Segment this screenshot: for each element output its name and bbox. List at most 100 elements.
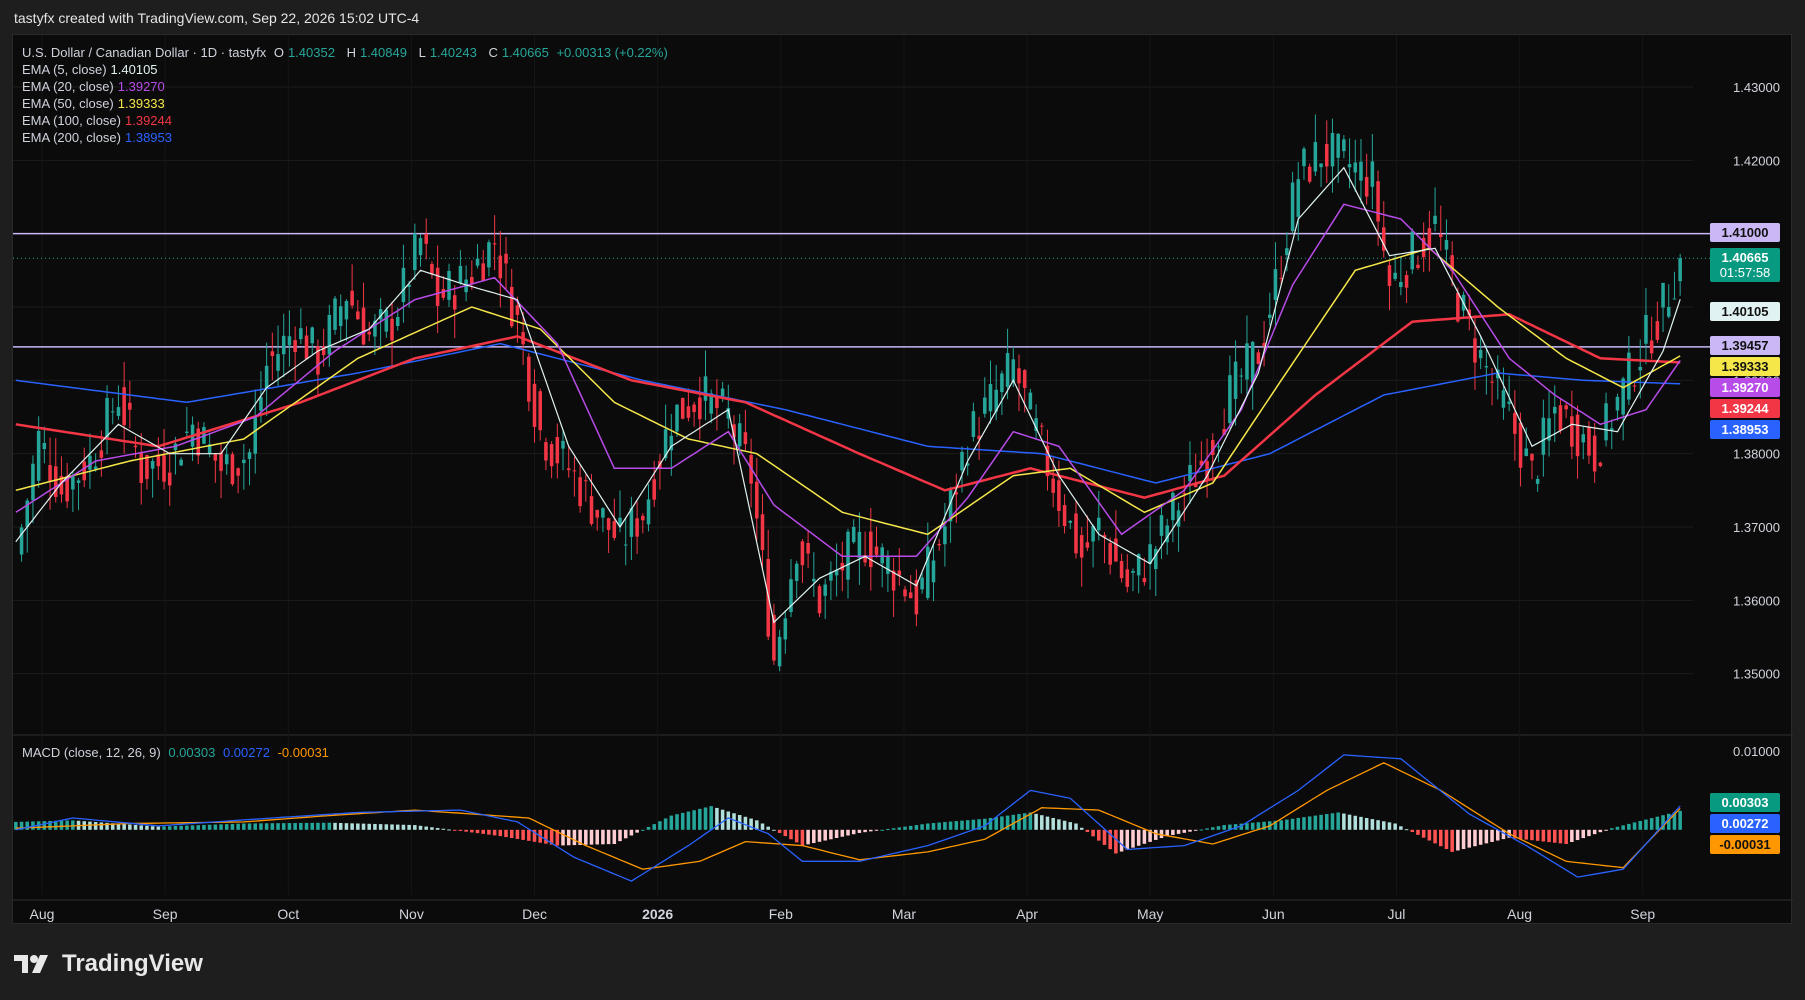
candle-body[interactable] xyxy=(1524,448,1529,456)
candle-body[interactable] xyxy=(606,518,611,530)
candle-body[interactable] xyxy=(1342,139,1346,152)
candle-body[interactable] xyxy=(578,477,582,507)
candle-body[interactable] xyxy=(703,376,708,401)
candle-body[interactable] xyxy=(943,526,947,545)
candle-body[interactable] xyxy=(82,461,87,481)
candle-body[interactable] xyxy=(1000,373,1004,393)
candle-body[interactable] xyxy=(1005,353,1010,387)
candle-body[interactable] xyxy=(1074,513,1078,554)
candle-body[interactable] xyxy=(452,295,457,310)
candle-body[interactable] xyxy=(931,560,936,583)
candle-body[interactable] xyxy=(19,527,24,555)
macd-legend-label[interactable]: MACD (close, 12, 26, 9) xyxy=(22,745,161,760)
candle-body[interactable] xyxy=(230,454,235,485)
candle-body[interactable] xyxy=(1085,542,1090,548)
ema-100-line[interactable] xyxy=(15,313,1681,499)
candle-body[interactable] xyxy=(755,481,759,519)
candle-body[interactable] xyxy=(1330,132,1335,167)
candle-body[interactable] xyxy=(1114,538,1118,562)
candle-body[interactable] xyxy=(1438,234,1443,237)
candles[interactable] xyxy=(19,114,1682,672)
candle-body[interactable] xyxy=(584,480,588,482)
candle-body[interactable] xyxy=(1370,161,1375,187)
candle-body[interactable] xyxy=(219,452,223,471)
candle-body[interactable] xyxy=(36,430,41,481)
candle-body[interactable] xyxy=(185,431,189,433)
candle-body[interactable] xyxy=(247,452,252,459)
candle-body[interactable] xyxy=(1433,215,1437,225)
candle-body[interactable] xyxy=(1592,435,1597,472)
candle-body[interactable] xyxy=(646,499,651,525)
macd-line[interactable] xyxy=(15,754,1681,882)
candle-body[interactable] xyxy=(384,309,389,332)
candle-body[interactable] xyxy=(293,340,297,353)
candle-body[interactable] xyxy=(1672,298,1677,300)
candle-body[interactable] xyxy=(1256,352,1261,364)
candle-body[interactable] xyxy=(680,397,685,419)
candle-body[interactable] xyxy=(817,586,822,614)
candle-body[interactable] xyxy=(1347,164,1352,168)
candle-body[interactable] xyxy=(589,496,594,524)
candle-body[interactable] xyxy=(1490,381,1494,383)
candle-body[interactable] xyxy=(675,404,679,432)
candle-body[interactable] xyxy=(960,451,964,471)
ema-50-line[interactable] xyxy=(15,247,1681,536)
candle-body[interactable] xyxy=(652,479,656,500)
candle-body[interactable] xyxy=(920,577,924,590)
candle-body[interactable] xyxy=(869,531,873,568)
candle-body[interactable] xyxy=(851,526,856,543)
candle-body[interactable] xyxy=(760,514,765,551)
candle-body[interactable] xyxy=(31,463,35,501)
candle-body[interactable] xyxy=(1268,314,1272,318)
candle-body[interactable] xyxy=(1290,182,1295,232)
candle-body[interactable] xyxy=(566,468,571,471)
candle-body[interactable] xyxy=(224,454,229,465)
candle-body[interactable] xyxy=(447,270,451,300)
candle-body[interactable] xyxy=(287,336,292,346)
candle-body[interactable] xyxy=(435,267,440,306)
candle-body[interactable] xyxy=(1017,368,1021,384)
candle-body[interactable] xyxy=(424,233,428,244)
candle-body[interactable] xyxy=(623,544,628,546)
candle-body[interactable] xyxy=(270,351,275,357)
candle-body[interactable] xyxy=(1239,375,1244,377)
candle-body[interactable] xyxy=(236,468,240,476)
candle-body[interactable] xyxy=(133,445,138,448)
candle-body[interactable] xyxy=(1399,282,1403,288)
candle-body[interactable] xyxy=(470,277,474,284)
candle-body[interactable] xyxy=(128,402,132,410)
candle-body[interactable] xyxy=(635,518,639,537)
candle-body[interactable] xyxy=(458,265,463,284)
candle-body[interactable] xyxy=(504,253,508,264)
candle-body[interactable] xyxy=(213,453,218,461)
candle-body[interactable] xyxy=(532,383,537,427)
candle-body[interactable] xyxy=(1501,390,1506,408)
candle-body[interactable] xyxy=(538,391,542,431)
candle-body[interactable] xyxy=(1575,414,1580,457)
candle-body[interactable] xyxy=(356,311,360,320)
candle-body[interactable] xyxy=(1507,401,1511,404)
candle-body[interactable] xyxy=(179,459,183,466)
candle-body[interactable] xyxy=(1649,340,1654,354)
candle-body[interactable] xyxy=(937,543,941,546)
candle-body[interactable] xyxy=(253,416,258,454)
candle-body[interactable] xyxy=(276,354,280,371)
candle-body[interactable] xyxy=(99,450,104,458)
candle-body[interactable] xyxy=(988,384,993,412)
macd-histogram[interactable] xyxy=(14,806,1682,854)
candle-body[interactable] xyxy=(1022,370,1027,388)
candle-body[interactable] xyxy=(1552,406,1557,414)
candle-body[interactable] xyxy=(304,335,309,360)
candle-body[interactable] xyxy=(1598,462,1603,467)
candle-body[interactable] xyxy=(1228,375,1232,423)
candle-body[interactable] xyxy=(71,476,75,490)
candle-body[interactable] xyxy=(1359,161,1363,181)
candle-body[interactable] xyxy=(812,578,816,582)
candle-body[interactable] xyxy=(1621,378,1625,415)
candle-body[interactable] xyxy=(350,290,354,306)
candle-body[interactable] xyxy=(595,509,599,518)
candle-body[interactable] xyxy=(561,440,565,449)
candle-body[interactable] xyxy=(1638,366,1643,371)
candle-body[interactable] xyxy=(361,307,366,345)
candle-body[interactable] xyxy=(1028,392,1033,410)
